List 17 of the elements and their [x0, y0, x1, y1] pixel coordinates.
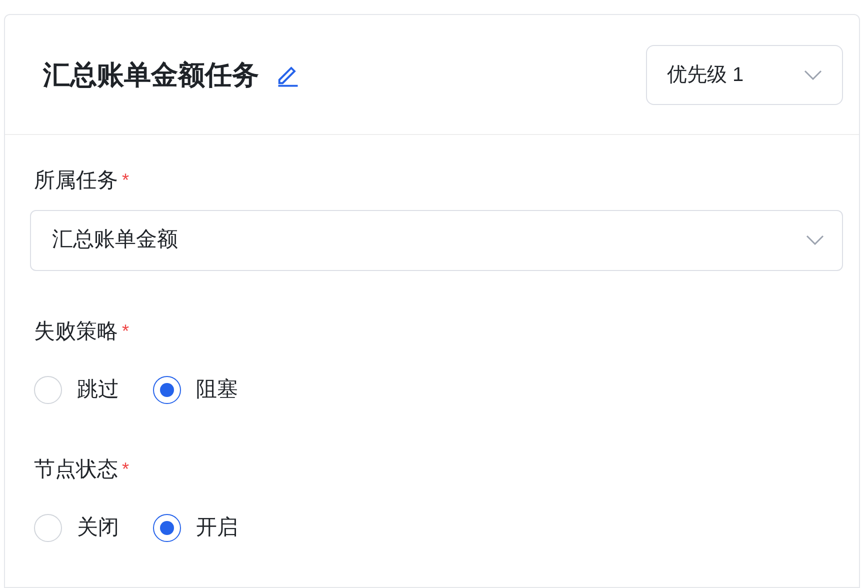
- radio-button[interactable]: [153, 514, 181, 542]
- radio-option[interactable]: 跳过: [34, 374, 119, 406]
- required-mark: *: [122, 458, 130, 481]
- field-label: 所属任务: [34, 168, 118, 194]
- radio-option[interactable]: 关闭: [34, 512, 119, 544]
- radio-option[interactable]: 开启: [153, 512, 238, 544]
- required-mark: *: [122, 320, 130, 343]
- task-title: 汇总账单金额任务: [43, 58, 259, 92]
- task-select[interactable]: 汇总账单金额: [30, 210, 843, 270]
- chevron-down-icon: [806, 235, 824, 245]
- priority-select[interactable]: 优先级 1: [646, 45, 843, 105]
- required-mark: *: [122, 169, 130, 192]
- field-label: 失败策略: [34, 318, 118, 344]
- field-label: 节点状态: [34, 456, 118, 482]
- chevron-down-icon: [804, 70, 822, 80]
- radio-button[interactable]: [153, 376, 181, 404]
- radio-option[interactable]: 阻塞: [153, 374, 238, 406]
